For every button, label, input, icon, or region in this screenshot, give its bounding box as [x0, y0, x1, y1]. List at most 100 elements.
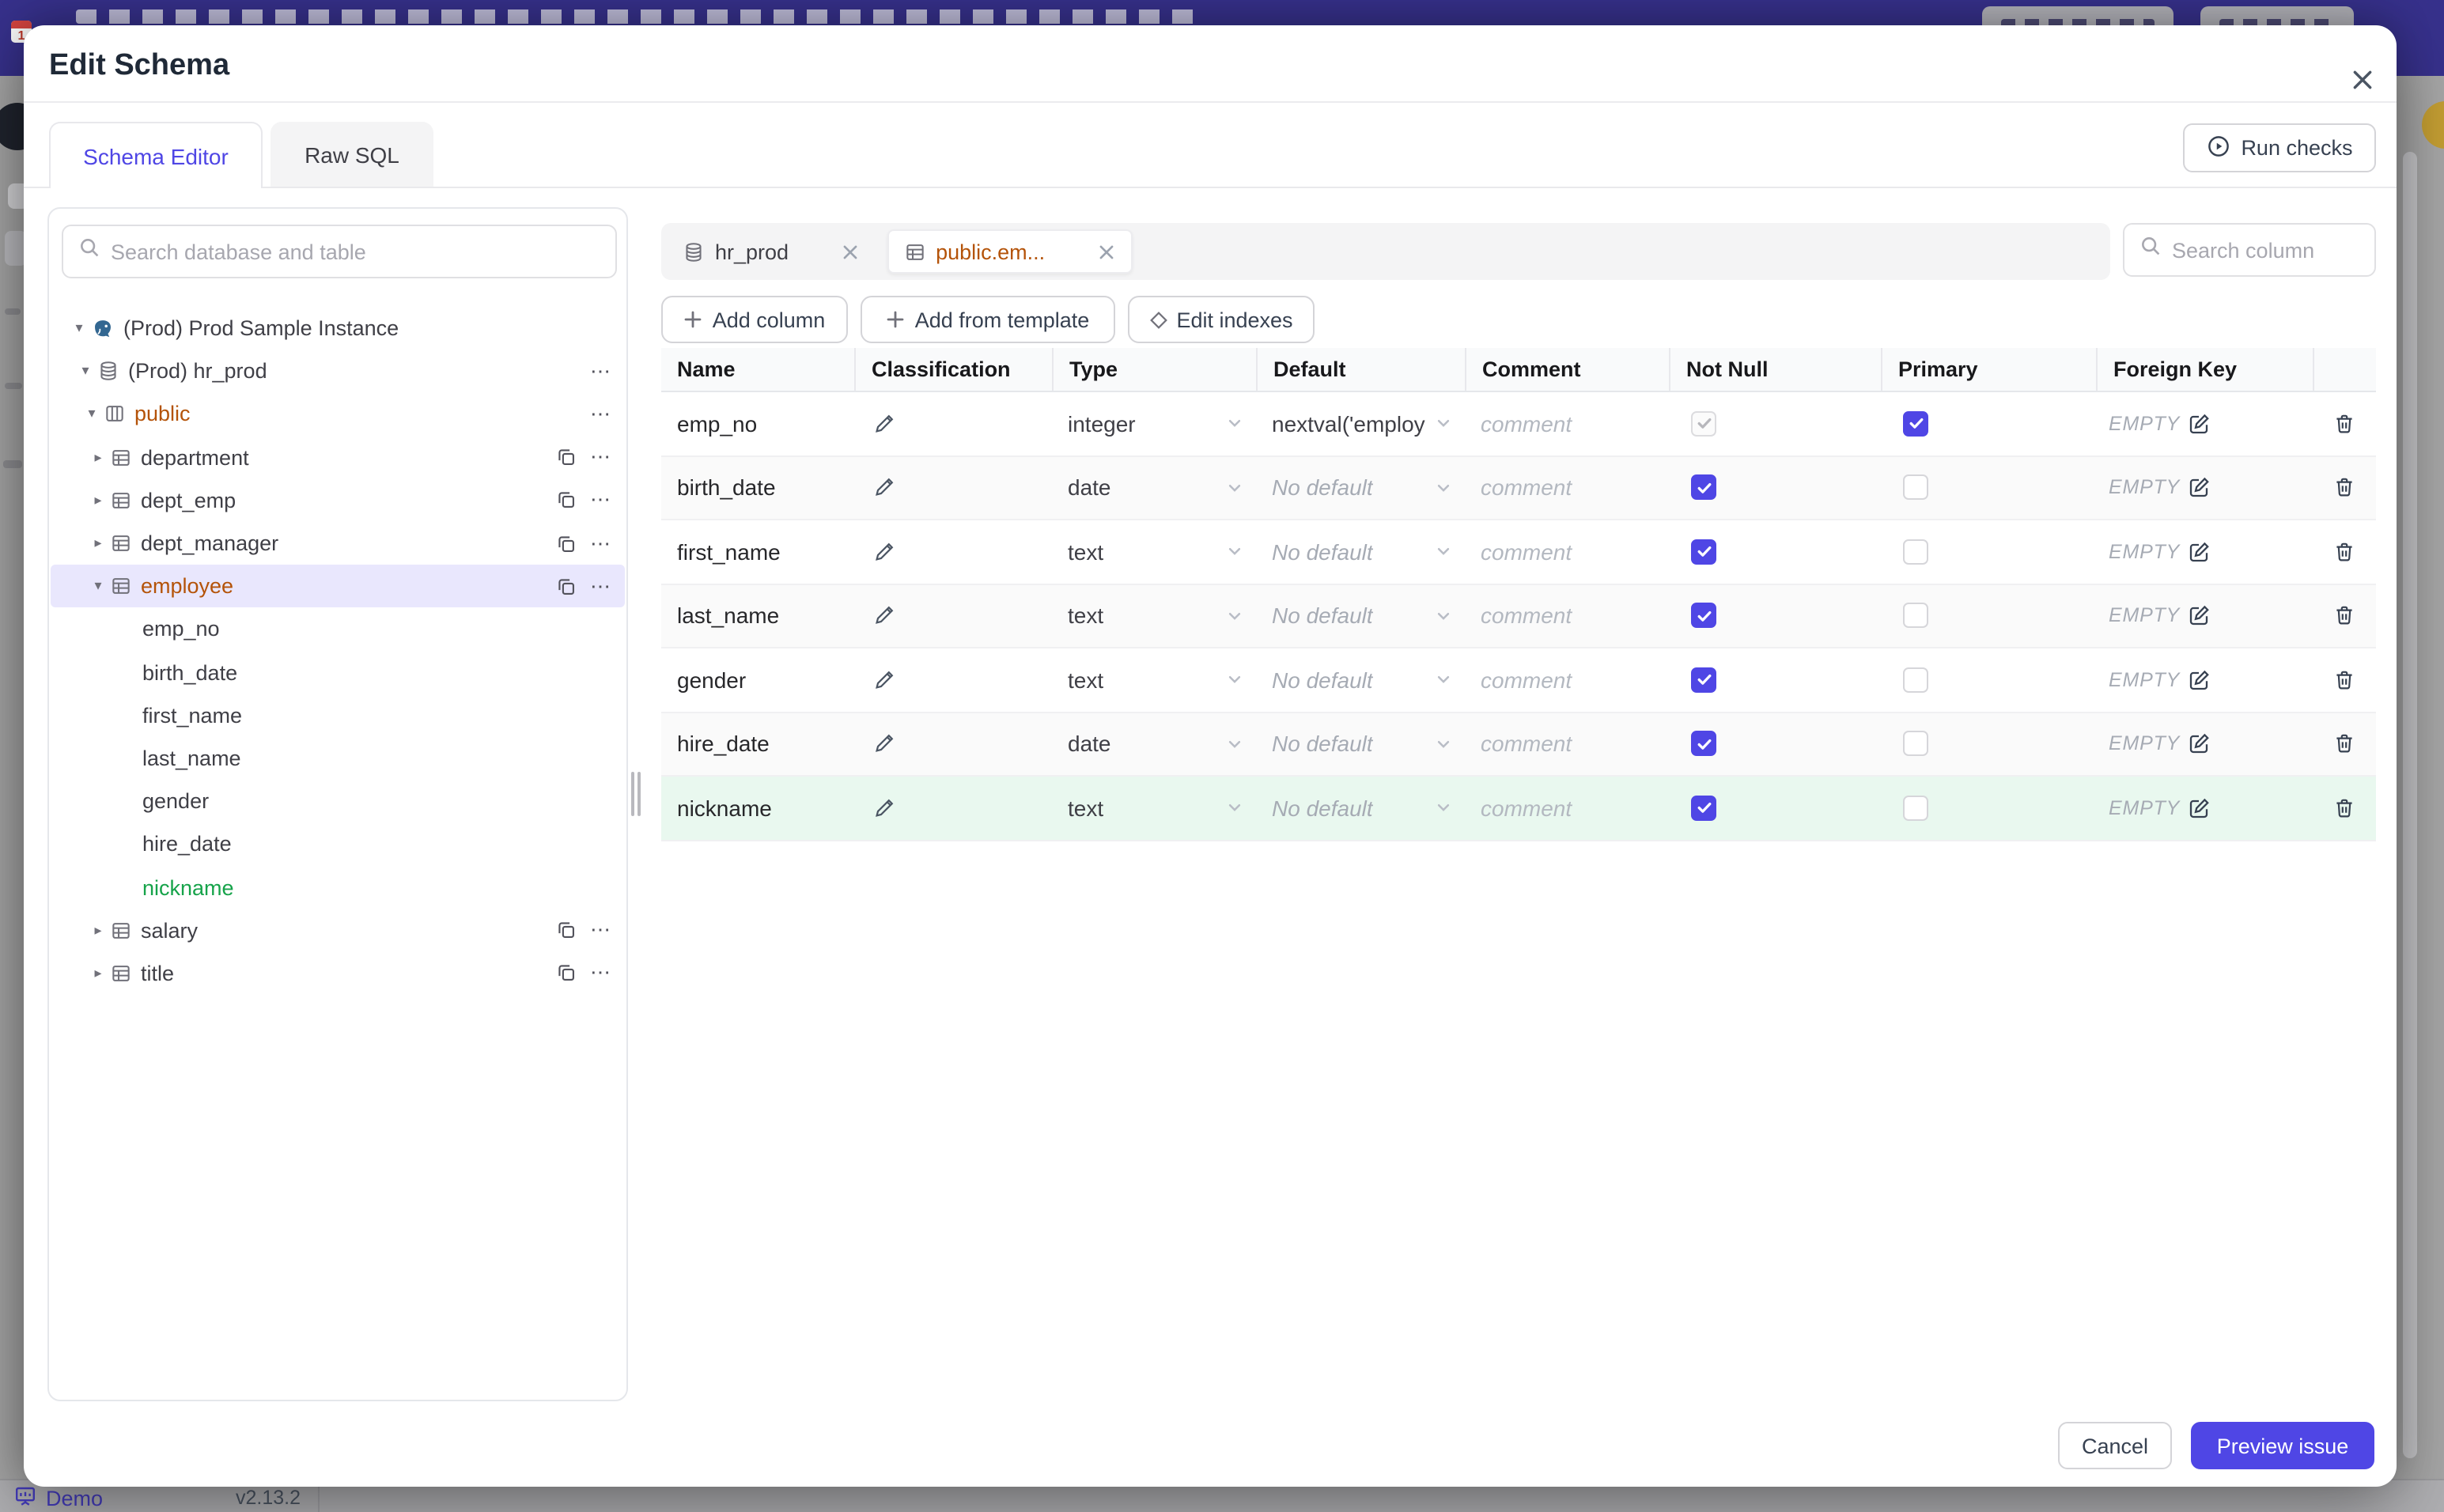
- not-null-checkbox[interactable]: [1691, 474, 1716, 501]
- primary-checkbox[interactable]: [1903, 474, 1928, 501]
- foreign-key-edit-icon[interactable]: [2188, 797, 2210, 819]
- copy-icon[interactable]: [557, 964, 576, 983]
- not-null-checkbox[interactable]: [1691, 795, 1716, 821]
- primary-checkbox[interactable]: [1903, 667, 1928, 693]
- type-select[interactable]: text: [1068, 603, 1256, 629]
- classification-edit-icon[interactable]: [873, 669, 895, 691]
- tree-item-gender[interactable]: gender: [51, 780, 625, 822]
- foreign-key-edit-icon[interactable]: [2188, 541, 2210, 563]
- default-select[interactable]: No default: [1272, 667, 1465, 693]
- delete-column-icon[interactable]: [2333, 733, 2355, 755]
- default-select[interactable]: No default: [1272, 603, 1465, 629]
- add-column-button[interactable]: Add column: [661, 296, 848, 343]
- more-actions-icon[interactable]: ⋯: [590, 490, 612, 510]
- editor-tab-hr-prod[interactable]: hr_prod: [668, 229, 874, 274]
- copy-icon[interactable]: [557, 534, 576, 553]
- column-name[interactable]: birth_date: [677, 475, 776, 501]
- add-from-template-button[interactable]: Add from template: [861, 296, 1115, 343]
- tree-item-emp-no[interactable]: emp_no: [51, 608, 625, 651]
- foreign-key-edit-icon[interactable]: [2188, 733, 2210, 755]
- default-select[interactable]: No default: [1272, 539, 1465, 565]
- classification-edit-icon[interactable]: [873, 413, 895, 435]
- caret-down-icon[interactable]: ▾: [90, 577, 106, 595]
- column-name[interactable]: nickname: [677, 796, 772, 821]
- default-select[interactable]: No default: [1272, 796, 1465, 821]
- primary-checkbox[interactable]: [1903, 603, 1928, 629]
- preview-issue-button[interactable]: Preview issue: [2191, 1422, 2374, 1469]
- classification-edit-icon[interactable]: [873, 797, 895, 819]
- default-select[interactable]: nextval('employ: [1272, 411, 1465, 437]
- classification-edit-icon[interactable]: [873, 541, 895, 563]
- caret-down-icon[interactable]: ▾: [71, 319, 87, 337]
- type-select[interactable]: text: [1068, 796, 1256, 821]
- column-name[interactable]: last_name: [677, 603, 779, 629]
- comment-input[interactable]: comment: [1481, 796, 1572, 821]
- more-actions-icon[interactable]: ⋯: [590, 403, 612, 424]
- caret-right-icon[interactable]: ▸: [90, 448, 106, 466]
- primary-checkbox[interactable]: [1903, 731, 1928, 757]
- delete-column-icon[interactable]: [2333, 413, 2355, 435]
- comment-input[interactable]: comment: [1481, 539, 1572, 565]
- tree-item-title[interactable]: ▸ title ⋯: [51, 952, 625, 995]
- tree-item-hire-date[interactable]: hire_date: [51, 823, 625, 866]
- tree-item-salary[interactable]: ▸ salary ⋯: [51, 909, 625, 951]
- tree-item-first-name[interactable]: first_name: [51, 694, 625, 736]
- foreign-key-edit-icon[interactable]: [2188, 605, 2210, 627]
- column-name[interactable]: emp_no: [677, 411, 757, 437]
- tree-item-birth-date[interactable]: birth_date: [51, 651, 625, 694]
- tree-item-department[interactable]: ▸ department ⋯: [51, 436, 625, 478]
- comment-input[interactable]: comment: [1481, 667, 1572, 693]
- copy-icon[interactable]: [557, 920, 576, 939]
- type-select[interactable]: text: [1068, 539, 1256, 565]
- type-select[interactable]: text: [1068, 667, 1256, 693]
- tree-item-dept-manager[interactable]: ▸ dept_manager ⋯: [51, 522, 625, 565]
- tree-item--prod-hr-prod[interactable]: ▾ (Prod) hr_prod ⋯: [51, 350, 625, 392]
- type-select[interactable]: integer: [1068, 411, 1256, 437]
- delete-column-icon[interactable]: [2333, 541, 2355, 563]
- caret-down-icon[interactable]: ▾: [78, 363, 93, 380]
- tab-raw-sql[interactable]: Raw SQL: [271, 122, 433, 187]
- comment-input[interactable]: comment: [1481, 731, 1572, 757]
- caret-right-icon[interactable]: ▸: [90, 535, 106, 552]
- more-actions-icon[interactable]: ⋯: [590, 532, 612, 553]
- foreign-key-edit-icon[interactable]: [2188, 669, 2210, 691]
- cancel-button[interactable]: Cancel: [2058, 1422, 2172, 1469]
- caret-right-icon[interactable]: ▸: [90, 492, 106, 509]
- tree-item-last-name[interactable]: last_name: [51, 737, 625, 780]
- panel-resize-handle[interactable]: [631, 772, 644, 816]
- type-select[interactable]: date: [1068, 475, 1256, 501]
- copy-icon[interactable]: [557, 576, 576, 595]
- close-icon[interactable]: [2346, 63, 2378, 95]
- primary-checkbox[interactable]: [1903, 410, 1928, 437]
- delete-column-icon[interactable]: [2333, 605, 2355, 627]
- foreign-key-edit-icon[interactable]: [2188, 477, 2210, 499]
- more-actions-icon[interactable]: ⋯: [590, 361, 612, 381]
- delete-column-icon[interactable]: [2333, 797, 2355, 819]
- column-name[interactable]: gender: [677, 667, 746, 693]
- run-checks-button[interactable]: Run checks: [2183, 123, 2376, 172]
- foreign-key-edit-icon[interactable]: [2188, 413, 2210, 435]
- caret-right-icon[interactable]: ▸: [90, 921, 106, 939]
- more-actions-icon[interactable]: ⋯: [590, 962, 612, 983]
- close-icon[interactable]: [841, 243, 858, 260]
- tab-schema-editor[interactable]: Schema Editor: [49, 122, 263, 188]
- default-select[interactable]: No default: [1272, 475, 1465, 501]
- comment-input[interactable]: comment: [1481, 411, 1572, 437]
- close-icon[interactable]: [1097, 243, 1114, 260]
- tree-item--prod-prod-sample-instance[interactable]: ▾ (Prod) Prod Sample Instance: [51, 307, 625, 350]
- more-actions-icon[interactable]: ⋯: [590, 575, 612, 595]
- comment-input[interactable]: comment: [1481, 603, 1572, 629]
- column-name[interactable]: first_name: [677, 539, 781, 565]
- tree-item-dept-emp[interactable]: ▸ dept_emp ⋯: [51, 479, 625, 522]
- classification-edit-icon[interactable]: [873, 605, 895, 627]
- classification-edit-icon[interactable]: [873, 477, 895, 499]
- not-null-checkbox[interactable]: [1691, 603, 1716, 629]
- comment-input[interactable]: comment: [1481, 475, 1572, 501]
- default-select[interactable]: No default: [1272, 731, 1465, 757]
- edit-indexes-button[interactable]: Edit indexes: [1128, 296, 1315, 343]
- copy-icon[interactable]: [557, 448, 576, 467]
- page-scrollbar[interactable]: [2403, 152, 2417, 1458]
- primary-checkbox[interactable]: [1903, 795, 1928, 821]
- not-null-checkbox[interactable]: [1691, 667, 1716, 693]
- column-name[interactable]: hire_date: [677, 731, 770, 757]
